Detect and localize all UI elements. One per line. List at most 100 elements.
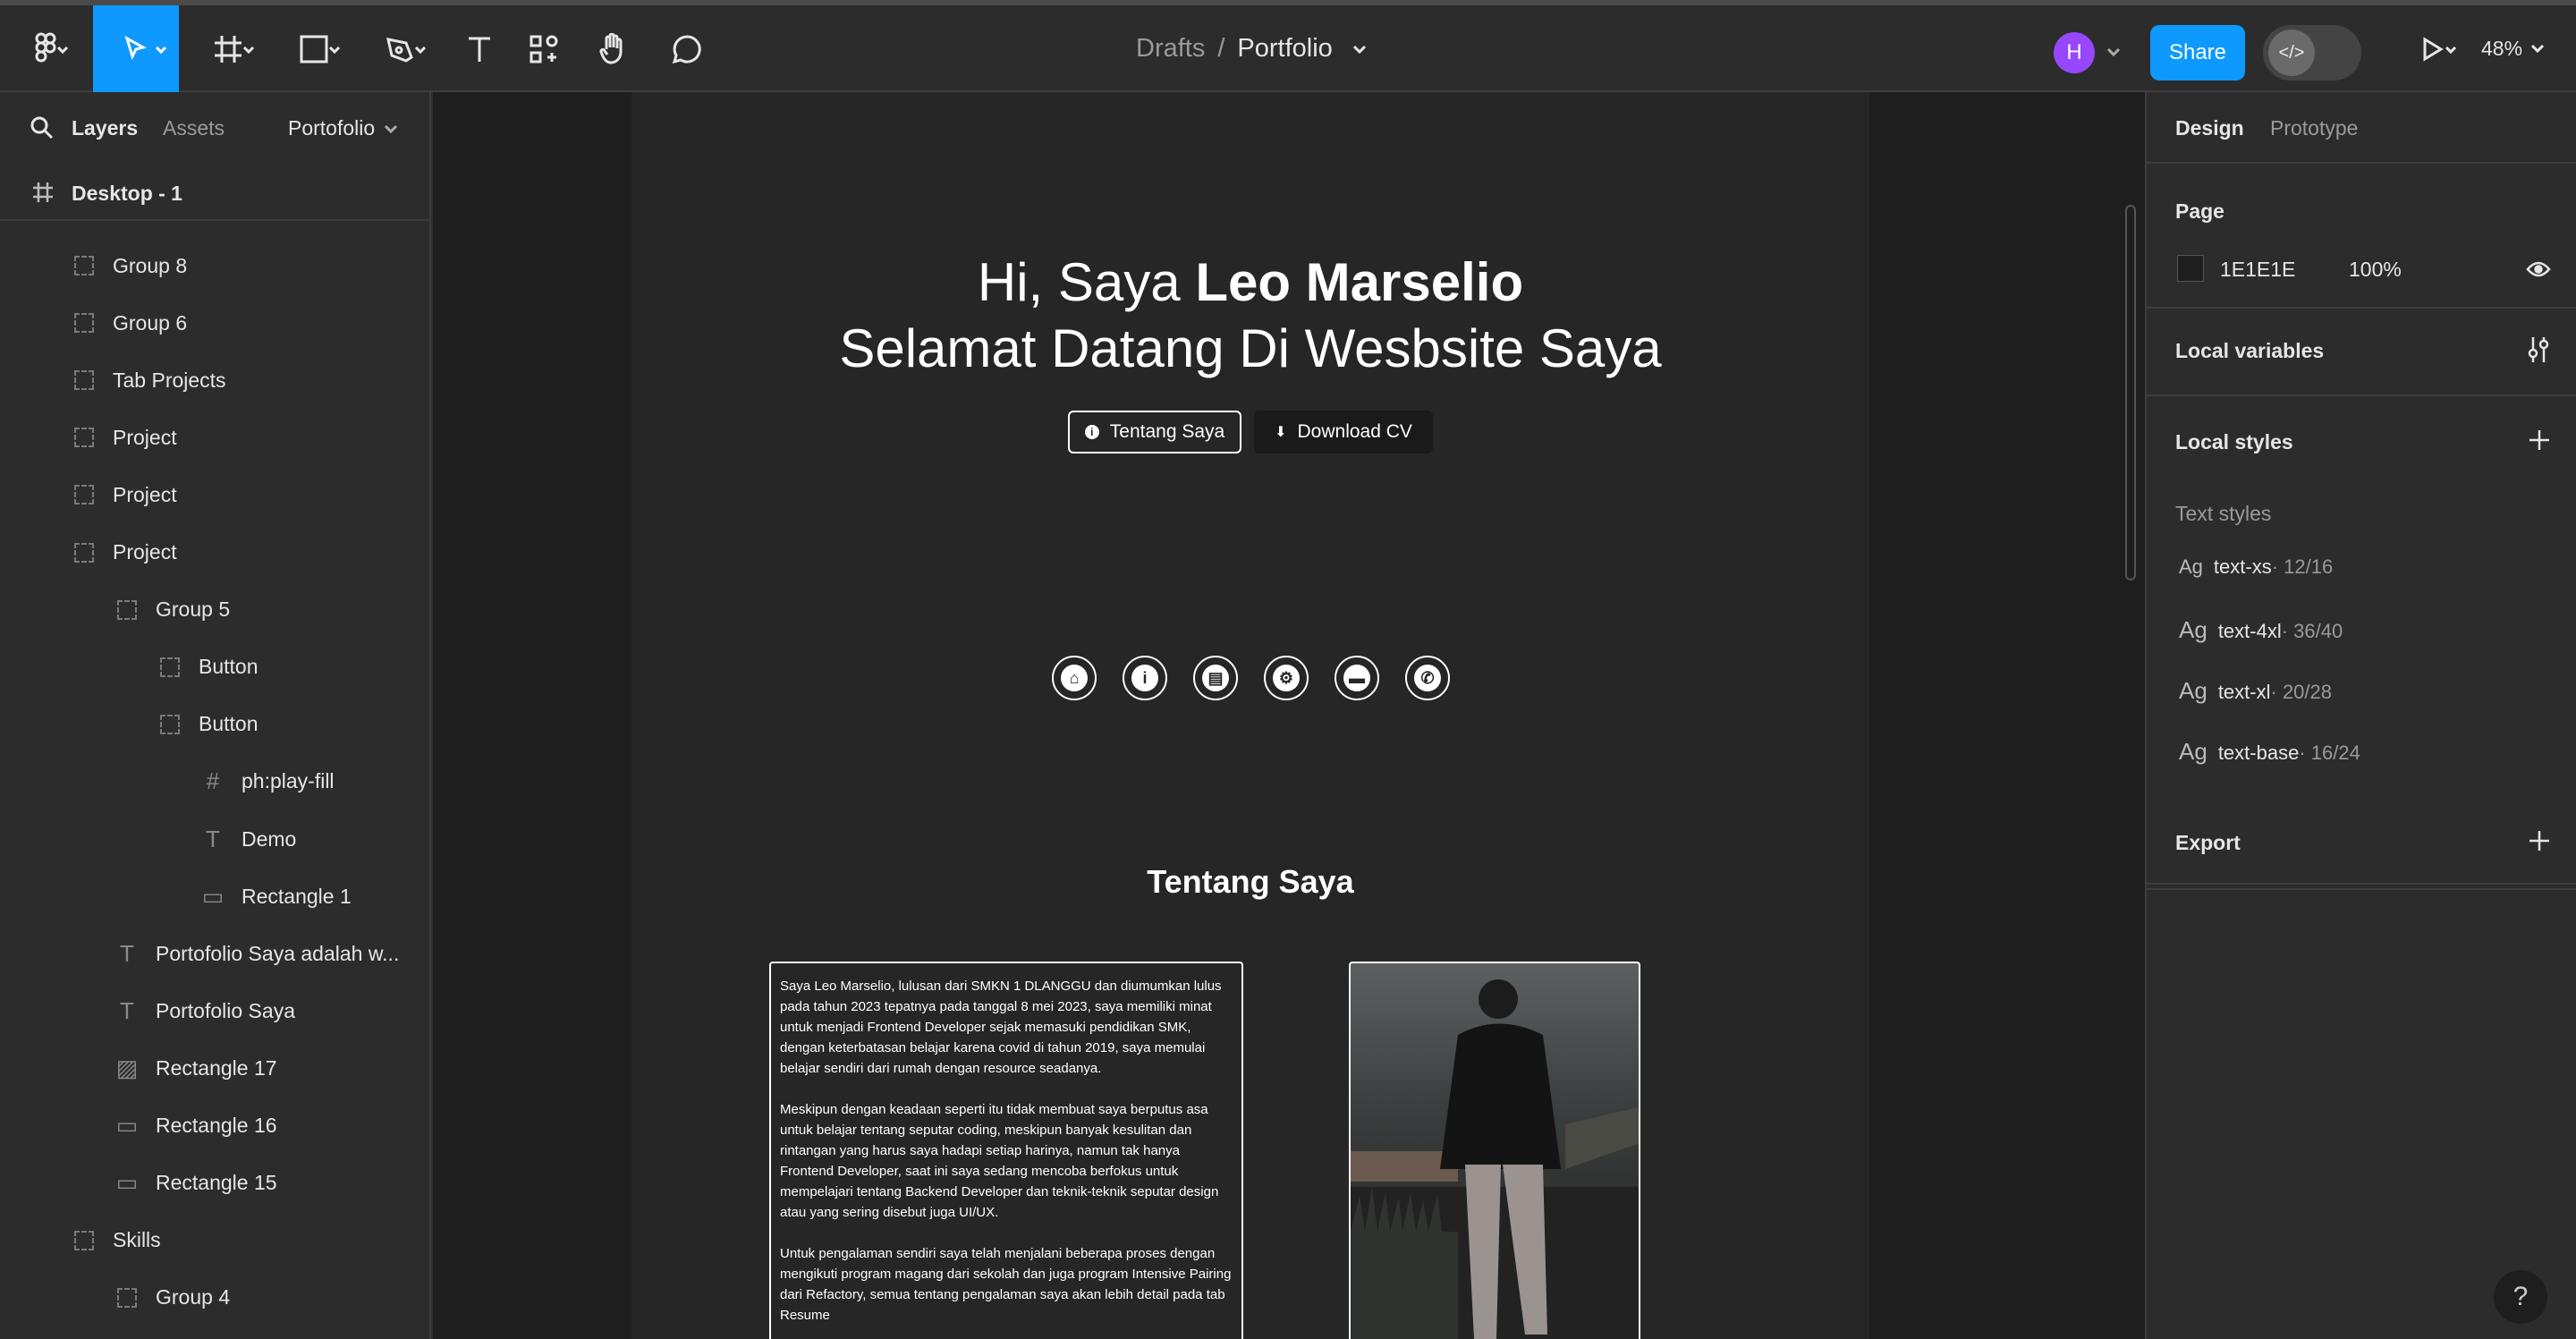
layer-row[interactable]: ▭ Rectangle 1	[200, 868, 352, 925]
tab-prototype[interactable]: Prototype	[2270, 116, 2358, 140]
text-style-item[interactable]: Ag text-xl · 20/28	[2179, 677, 2332, 705]
layer-row[interactable]: ▭ Rectangle 16	[114, 1097, 277, 1155]
about-button-label: Tentang Saya	[1109, 421, 1225, 442]
download-cv-button[interactable]: ⬇ Download CV	[1254, 411, 1433, 453]
nav-settings-icon[interactable]: ⚙	[1264, 656, 1309, 700]
layer-label: Group 8	[113, 253, 188, 277]
layer-row[interactable]: Group 6	[72, 294, 187, 352]
text-style-icon: Ag	[2179, 677, 2207, 704]
nav-info-icon[interactable]: i	[1123, 656, 1167, 700]
layer-label: Demo	[242, 826, 297, 851]
move-tool-button[interactable]	[93, 5, 179, 92]
text-style-item[interactable]: Ag text-4xl · 36/40	[2179, 616, 2343, 644]
plus-icon[interactable]	[2528, 829, 2551, 852]
page-opacity[interactable]: 100%	[2349, 258, 2402, 282]
layer-row[interactable]: T Demo	[200, 810, 296, 868]
rect-layer-icon: ▭	[115, 1112, 139, 1139]
local-styles-label: Local styles	[2175, 430, 2293, 453]
text-style-item[interactable]: Ag text-base · 16/24	[2179, 738, 2360, 766]
download-cv-label: Download CV	[1297, 421, 1412, 442]
tab-design[interactable]: Design	[2175, 116, 2244, 140]
comment-tool-button[interactable]	[662, 5, 712, 92]
layer-row[interactable]: ▭ Rectangle 15	[114, 1155, 277, 1212]
layer-row[interactable]: ▨ Rectangle 17	[114, 1039, 277, 1097]
variables-icon[interactable]	[2526, 335, 2551, 364]
layer-row[interactable]: Group 4	[114, 1269, 230, 1326]
desktop-frame[interactable]: Hi, Saya Leo Marselio Selamat Datang Di …	[631, 92, 1869, 1339]
layer-label: Project	[113, 425, 177, 449]
text-tool-button[interactable]	[454, 5, 504, 92]
hero-name: Leo Marselio	[1195, 252, 1524, 312]
page-color-value[interactable]: 1E1E1E	[2220, 258, 2295, 282]
layer-row[interactable]: Button	[157, 639, 258, 696]
layer-row[interactable]: Button	[157, 696, 258, 753]
layer-row[interactable]: Skills	[72, 1212, 161, 1269]
canvas[interactable]: Hi, Saya Leo Marselio Selamat Datang Di …	[433, 92, 2145, 1339]
avatar[interactable]: H	[2054, 32, 2095, 73]
nav-portfolio-icon[interactable]: ▬	[1335, 656, 1379, 700]
text-layer-icon: T	[120, 996, 134, 1024]
layer-row[interactable]: Project	[72, 466, 177, 523]
hand-tool-button[interactable]	[589, 5, 639, 92]
frame-icon	[33, 182, 53, 202]
search-icon[interactable]	[30, 116, 54, 140]
nav-phone-icon[interactable]: ✆	[1405, 656, 1450, 700]
group-layer-icon	[72, 482, 97, 507]
chevron-down-icon[interactable]	[385, 125, 397, 133]
breadcrumb-separator: /	[1217, 34, 1225, 63]
layer-row[interactable]: T Portofolio Saya	[114, 982, 295, 1039]
vertical-scrollbar[interactable]	[2125, 205, 2136, 581]
pen-tool-button[interactable]	[369, 5, 431, 92]
layer-label: Tab Projects	[113, 368, 226, 392]
text-style-item[interactable]: Ag text-xs · 12/16	[2179, 555, 2333, 579]
frame-header[interactable]: Desktop - 1	[0, 164, 429, 221]
share-button[interactable]: Share	[2150, 25, 2245, 81]
frame-icon	[215, 35, 242, 63]
about-button[interactable]: i Tentang Saya	[1068, 411, 1241, 453]
frame-tool-button[interactable]	[197, 5, 259, 92]
layer-row[interactable]: Tab Projects	[72, 352, 226, 409]
text-style-size: · 20/28	[2270, 681, 2333, 703]
text-style-size: · 16/24	[2299, 742, 2360, 764]
layer-label: Group 4	[156, 1285, 231, 1309]
image-layer-icon: ▨	[115, 1054, 139, 1081]
tab-layers[interactable]: Layers	[72, 116, 138, 140]
properties-panel: Design Prototype Page 1E1E1E 100% Local …	[2145, 92, 2576, 1339]
chevron-down-icon[interactable]	[2107, 48, 2120, 56]
hero-subheading: Selamat Datang Di Wesbsite Saya	[839, 318, 1662, 378]
eye-icon[interactable]	[2526, 260, 2551, 278]
nav-home-icon[interactable]: ⌂	[1052, 656, 1097, 700]
tab-assets[interactable]: Assets	[163, 116, 225, 140]
nav-resume-icon[interactable]: ▤	[1193, 656, 1238, 700]
group-layer-icon	[72, 310, 97, 335]
file-name[interactable]: Portfolio	[1237, 34, 1332, 64]
present-button[interactable]	[2397, 5, 2469, 92]
text-style-size: · 36/40	[2281, 620, 2343, 642]
page-selector[interactable]: Portofolio	[288, 116, 375, 140]
breadcrumb: Drafts / Portfolio	[1136, 5, 1367, 92]
layer-row[interactable]: # ph:play-fill	[200, 753, 335, 810]
shape-tool-button[interactable]	[283, 5, 345, 92]
layer-row[interactable]: T Portofolio Saya adalah w...	[114, 925, 399, 982]
layer-row[interactable]: Group 8	[72, 237, 187, 294]
layer-label: Group 6	[113, 310, 188, 335]
chevron-down-icon[interactable]	[1352, 45, 1367, 54]
layer-label: Button	[199, 712, 258, 736]
chevron-down-icon	[57, 47, 68, 54]
chevron-down-icon	[156, 47, 166, 54]
local-variables-label[interactable]: Local variables	[2175, 339, 2324, 363]
main-menu-button[interactable]	[20, 5, 73, 92]
text-style-name: text-4xl	[2217, 620, 2282, 642]
help-button[interactable]: ?	[2494, 1270, 2547, 1324]
breadcrumb-drafts[interactable]: Drafts	[1136, 34, 1205, 64]
page-color-swatch[interactable]	[2177, 255, 2204, 282]
about-paragraph: Saya Leo Marselio, lulusan dari SMKN 1 D…	[780, 979, 1222, 1076]
text-style-size: · 12/16	[2271, 555, 2334, 578]
chevron-down-icon	[2531, 45, 2545, 53]
zoom-dropdown[interactable]: 48%	[2481, 5, 2545, 92]
layer-row[interactable]: Project	[72, 409, 177, 466]
plus-icon[interactable]	[2528, 428, 2551, 452]
layer-row[interactable]: Project	[72, 524, 177, 581]
layer-row[interactable]: Group 5	[114, 581, 230, 639]
resources-button[interactable]	[519, 5, 569, 92]
